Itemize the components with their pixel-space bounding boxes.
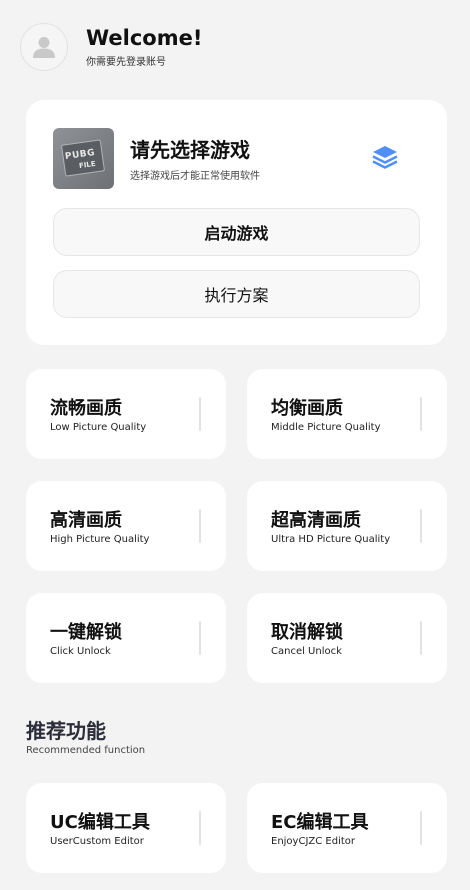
tile-divider: [420, 621, 422, 655]
game-card: PUBG FILE 请先选择游戏 选择游戏后才能正常使用软件 启动游戏 执行方案: [26, 100, 447, 345]
tile-divider: [199, 621, 201, 655]
tile-title: 一键解锁: [50, 622, 122, 643]
tile-title: 高清画质: [50, 510, 122, 531]
tile-title: 取消解锁: [271, 622, 343, 643]
tile-title: 流畅画质: [50, 398, 122, 419]
section-title: 推荐功能: [26, 719, 106, 743]
tile-click-unlock[interactable]: 一键解锁 Click Unlock: [26, 593, 226, 683]
tile-subtitle: UserCustom Editor: [50, 836, 144, 847]
tile-subtitle: High Picture Quality: [50, 534, 150, 545]
tile-divider: [199, 509, 201, 543]
game-title: 请先选择游戏: [130, 138, 250, 162]
tile-subtitle: EnjoyCJZC Editor: [271, 836, 356, 847]
game-thumbnail: PUBG FILE: [53, 127, 114, 189]
tile-subtitle: Middle Picture Quality: [271, 422, 381, 433]
tile-low-quality[interactable]: 流畅画质 Low Picture Quality: [26, 369, 226, 459]
tile-divider: [420, 397, 422, 431]
tile-title: 均衡画质: [271, 398, 343, 419]
tile-ultra-hd-quality[interactable]: 超高清画质 Ultra HD Picture Quality: [247, 481, 447, 571]
tile-title: 超高清画质: [271, 510, 361, 531]
start-game-button[interactable]: 启动游戏: [53, 208, 420, 256]
avatar[interactable]: [20, 23, 68, 71]
tile-divider: [199, 397, 201, 431]
tile-subtitle: Click Unlock: [50, 646, 111, 657]
login-hint[interactable]: 你需要先登录账号: [86, 53, 202, 68]
section-subtitle: Recommended function: [26, 745, 146, 756]
game-subtitle: 选择游戏后才能正常使用软件: [130, 171, 260, 182]
user-icon: [33, 37, 55, 58]
tile-uc-editor[interactable]: UC编辑工具 UserCustom Editor: [26, 783, 226, 873]
tile-subtitle: Ultra HD Picture Quality: [271, 534, 391, 545]
header: Welcome! 你需要先登录账号: [20, 22, 450, 72]
header-text: Welcome! 你需要先登录账号: [86, 26, 202, 68]
tile-ec-editor[interactable]: EC编辑工具 EnjoyCJZC Editor: [247, 783, 447, 873]
tile-divider: [420, 811, 422, 845]
tile-high-quality[interactable]: 高清画质 High Picture Quality: [26, 481, 226, 571]
layers-icon[interactable]: [370, 142, 400, 172]
game-info: 请先选择游戏 选择游戏后才能正常使用软件: [130, 134, 260, 182]
thumbnail-text-file: FILE: [78, 159, 97, 170]
game-select-row[interactable]: PUBG FILE 请先选择游戏 选择游戏后才能正常使用软件: [53, 127, 403, 189]
tile-subtitle: Low Picture Quality: [50, 422, 147, 433]
welcome-title: Welcome!: [86, 26, 203, 50]
tile-title: EC编辑工具: [271, 812, 369, 833]
tile-divider: [420, 509, 422, 543]
tile-cancel-unlock[interactable]: 取消解锁 Cancel Unlock: [247, 593, 447, 683]
tile-middle-quality[interactable]: 均衡画质 Middle Picture Quality: [247, 369, 447, 459]
tile-subtitle: Cancel Unlock: [271, 646, 342, 657]
tile-divider: [199, 811, 201, 845]
execute-plan-button[interactable]: 执行方案: [53, 270, 420, 318]
tile-title: UC编辑工具: [50, 812, 150, 833]
